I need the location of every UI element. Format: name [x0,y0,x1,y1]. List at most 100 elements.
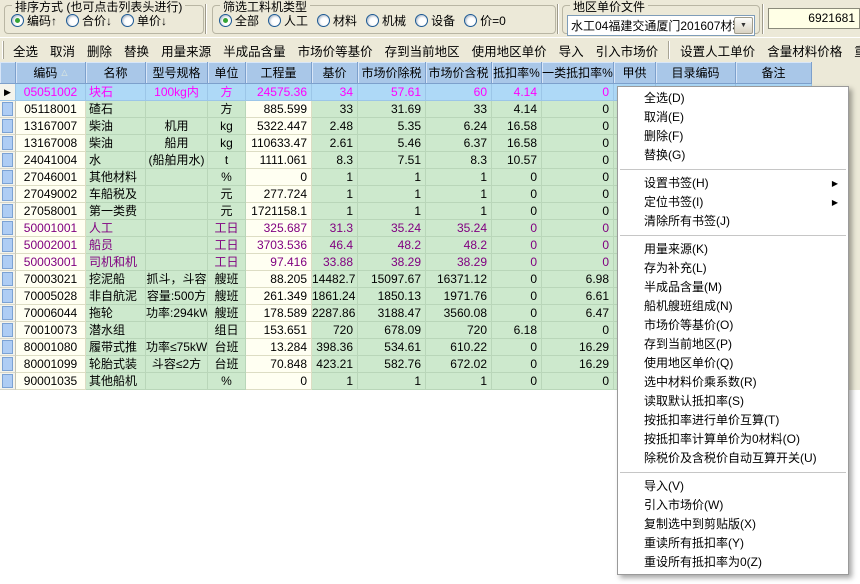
cell-spec[interactable] [146,254,208,271]
cell-min[interactable]: 8.3 [426,152,492,169]
cell-code[interactable]: 90001035 [16,373,86,390]
row-selector[interactable] [0,373,16,390]
cell-unit[interactable]: 组日 [208,322,246,339]
cell-qty[interactable]: 110633.47 [246,135,312,152]
cell-code[interactable]: 50002001 [16,237,86,254]
cell-mex[interactable]: 57.61 [358,84,426,101]
cell-ded1[interactable]: 0 [542,203,614,220]
toolbar-button[interactable]: 使用地区单价 [466,39,553,62]
cell-name[interactable]: 车船税及 [86,186,146,203]
cell-qty[interactable]: 70.848 [246,356,312,373]
cell-ded[interactable]: 0 [492,271,542,288]
cell-spec[interactable] [146,203,208,220]
cell-min[interactable]: 1 [426,169,492,186]
cell-qty[interactable]: 88.205 [246,271,312,288]
cell-min[interactable]: 1 [426,203,492,220]
cell-mex[interactable]: 3188.47 [358,305,426,322]
cell-spec[interactable]: 容量:500方 [146,288,208,305]
column-header-ded1[interactable]: 一类抵扣率% [542,62,614,84]
row-selector[interactable]: ▶ [0,84,16,101]
cell-ded1[interactable]: 6.98 [542,271,614,288]
cell-ded1[interactable]: 0 [542,152,614,169]
cell-ded[interactable]: 0 [492,186,542,203]
toolbar-button[interactable]: 删除 [81,39,118,62]
radio-icon[interactable] [317,14,330,27]
cell-base[interactable]: 8.3 [312,152,358,169]
cell-unit[interactable]: 方 [208,84,246,101]
cell-ded1[interactable]: 0 [542,220,614,237]
row-selector[interactable] [0,288,16,305]
cell-unit[interactable]: 方 [208,101,246,118]
radio-option[interactable]: 全部 [219,12,259,29]
cell-unit[interactable]: 艘班 [208,288,246,305]
row-selector[interactable] [0,237,16,254]
cell-mex[interactable]: 48.2 [358,237,426,254]
cell-name[interactable]: 非自航泥 [86,288,146,305]
row-selector[interactable] [0,101,16,118]
toolbar-button[interactable]: 含量材料价格 [761,39,848,62]
row-selector[interactable] [0,152,16,169]
cell-min[interactable]: 6.37 [426,135,492,152]
cell-mex[interactable]: 38.29 [358,254,426,271]
cell-base[interactable]: 33.88 [312,254,358,271]
cell-spec[interactable] [146,373,208,390]
toolbar-button[interactable]: 半成品含量 [217,39,292,62]
menu-item[interactable]: 用量来源(K) [618,240,848,259]
row-selector[interactable] [0,271,16,288]
radio-option[interactable]: 编码↑ [11,12,57,29]
cell-name[interactable]: 司机和机 [86,254,146,271]
cell-base[interactable]: 720 [312,322,358,339]
row-selector[interactable] [0,118,16,135]
cell-name[interactable]: 块石 [86,84,146,101]
cell-name[interactable]: 船员 [86,237,146,254]
cell-spec[interactable] [146,101,208,118]
column-header-unit[interactable]: 单位 [208,62,246,84]
row-selector[interactable] [0,169,16,186]
column-header-base[interactable]: 基价 [312,62,358,84]
radio-icon[interactable] [366,14,379,27]
cell-base[interactable]: 14482.7 [312,271,358,288]
cell-ded1[interactable]: 0 [542,118,614,135]
cell-qty[interactable]: 1721158.1 [246,203,312,220]
cell-code[interactable]: 80001099 [16,356,86,373]
cell-qty[interactable]: 1111.061 [246,152,312,169]
cell-min[interactable]: 33 [426,101,492,118]
cell-qty[interactable]: 13.284 [246,339,312,356]
menu-item[interactable]: 替换(G) [618,146,848,165]
menu-item[interactable]: 删除(F) [618,127,848,146]
cell-base[interactable]: 398.36 [312,339,358,356]
cell-spec[interactable]: 功率≤75kW [146,339,208,356]
menu-item[interactable]: 引入市场价(W) [618,496,848,515]
cell-min[interactable]: 3560.08 [426,305,492,322]
cell-unit[interactable]: 台班 [208,356,246,373]
row-selector[interactable] [0,339,16,356]
row-selector[interactable] [0,322,16,339]
column-header-ded[interactable]: 抵扣率% [492,62,542,84]
cell-ded1[interactable]: 0 [542,169,614,186]
cell-mex[interactable]: 534.61 [358,339,426,356]
cell-code[interactable]: 05051002 [16,84,86,101]
cell-unit[interactable]: % [208,373,246,390]
cell-code[interactable]: 50001001 [16,220,86,237]
row-selector[interactable] [0,186,16,203]
cell-code[interactable]: 27058001 [16,203,86,220]
cell-spec[interactable]: 机用 [146,118,208,135]
toolbar-button[interactable]: 重算半成品价格 [848,39,860,62]
cell-ded1[interactable]: 6.47 [542,305,614,322]
cell-code[interactable]: 50003001 [16,254,86,271]
cell-name[interactable]: 碴石 [86,101,146,118]
cell-unit[interactable]: 工日 [208,220,246,237]
cell-code[interactable]: 70003021 [16,271,86,288]
cell-ded[interactable]: 16.58 [492,135,542,152]
cell-mex[interactable]: 1 [358,169,426,186]
cell-name[interactable]: 人工 [86,220,146,237]
cell-ded[interactable]: 6.18 [492,322,542,339]
cell-min[interactable]: 720 [426,322,492,339]
cell-ded[interactable]: 10.57 [492,152,542,169]
cell-mex[interactable]: 35.24 [358,220,426,237]
toolbar-button[interactable]: 全选 [7,39,44,62]
toolbar-button[interactable]: 市场价等基价 [292,39,379,62]
cell-ded[interactable]: 0 [492,220,542,237]
cell-min[interactable]: 672.02 [426,356,492,373]
cell-base[interactable]: 1 [312,186,358,203]
